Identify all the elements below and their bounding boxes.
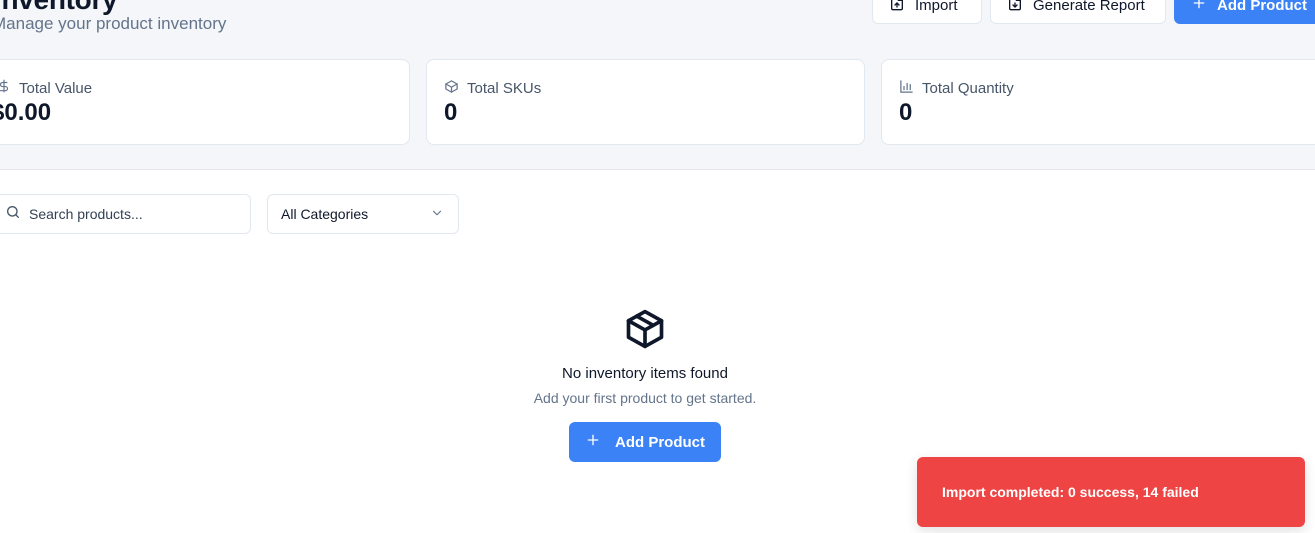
toast-message: Import completed: 0 success, 14 failed	[942, 484, 1199, 500]
search-box[interactable]	[0, 194, 251, 234]
chevron-down-icon	[430, 206, 444, 223]
error-toast[interactable]: Import completed: 0 success, 14 failed	[917, 457, 1305, 527]
package-icon	[444, 79, 459, 98]
search-input[interactable]	[29, 206, 229, 222]
stat-card-total-value: Total Value $0.00	[0, 59, 410, 145]
import-button[interactable]: Import	[872, 0, 982, 24]
generate-report-button-label: Generate Report	[1033, 0, 1145, 14]
empty-state-title: No inventory items found	[562, 365, 728, 382]
empty-state: No inventory items found Add your first …	[445, 306, 845, 462]
stat-label-total-quantity: Total Quantity	[922, 80, 1014, 97]
file-upload-icon	[889, 0, 905, 15]
stat-value-total-quantity: 0	[899, 99, 913, 126]
search-icon	[5, 204, 21, 225]
dollar-icon	[0, 79, 11, 97]
stat-label-total-skus: Total SKUs	[467, 80, 542, 97]
import-button-label: Import	[915, 0, 958, 14]
category-select[interactable]: All Categories	[267, 194, 459, 234]
stat-value-total-skus: 0	[444, 99, 458, 126]
bar-chart-icon	[899, 79, 914, 98]
stat-card-total-skus: Total SKUs 0	[426, 59, 865, 145]
stat-label-total-value: Total Value	[19, 79, 93, 97]
add-product-button[interactable]: Add Product	[1174, 0, 1315, 24]
stat-card-total-quantity: Total Quantity 0	[881, 59, 1315, 145]
inventory-page: Inventory Manage your product inventory …	[0, 0, 1315, 533]
file-download-icon	[1007, 0, 1023, 15]
empty-state-description: Add your first product to get started.	[533, 390, 757, 406]
category-select-value: All Categories	[281, 206, 369, 222]
page-subtitle: Manage your product inventory	[0, 14, 227, 33]
stat-value-total-value: $0.00	[0, 99, 52, 126]
generate-report-button[interactable]: Generate Report	[990, 0, 1166, 24]
plus-icon	[585, 432, 601, 452]
add-product-button-label: Add Product	[1217, 0, 1307, 14]
empty-state-add-product-button[interactable]: Add Product	[569, 422, 721, 462]
header-band: Inventory Manage your product inventory …	[0, 0, 1315, 170]
package-icon	[623, 306, 667, 357]
plus-icon	[1191, 0, 1207, 15]
empty-state-add-product-label: Add Product	[615, 433, 705, 451]
